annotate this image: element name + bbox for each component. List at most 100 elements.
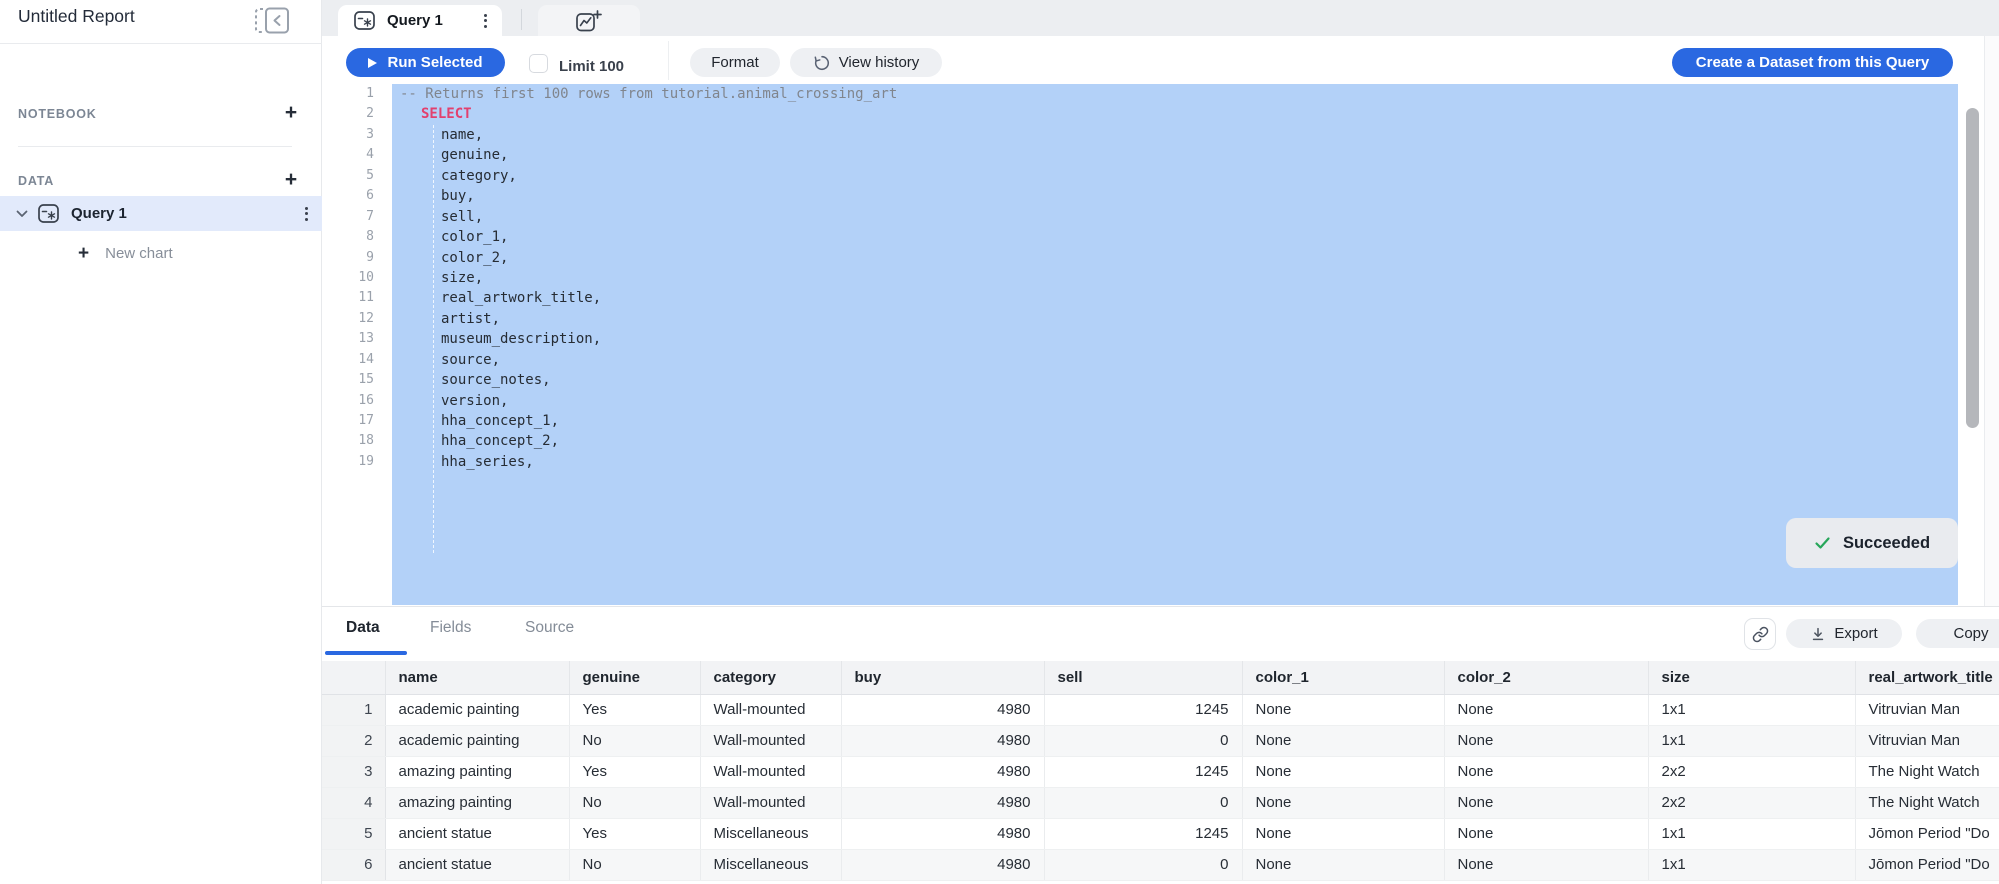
cell-real_artwork_title[interactable]: The Night Watch	[1855, 756, 1999, 787]
limit-100-checkbox[interactable]	[529, 54, 548, 73]
code-line[interactable]: 10size,	[322, 268, 1984, 288]
cell-name[interactable]: academic painting	[385, 725, 569, 756]
collapse-sidebar-button[interactable]	[254, 6, 294, 35]
column-header-sell[interactable]: sell	[1044, 661, 1242, 694]
code-line[interactable]: 19hha_series,	[322, 452, 1984, 472]
table-row[interactable]: 2academic paintingNoWall-mounted49800Non…	[322, 725, 1999, 756]
cell-category[interactable]: Wall-mounted	[700, 756, 841, 787]
view-history-button[interactable]: View history	[790, 48, 942, 77]
cell-name[interactable]: amazing painting	[385, 787, 569, 818]
column-header-size[interactable]: size	[1648, 661, 1855, 694]
code-line[interactable]: 2SELECT	[322, 104, 1984, 124]
cell-real_artwork_title[interactable]: Jōmon Period "Do	[1855, 818, 1999, 849]
chevron-down-icon[interactable]	[16, 210, 28, 218]
cell-color_1[interactable]: None	[1242, 787, 1444, 818]
cell-category[interactable]: Wall-mounted	[700, 694, 841, 725]
cell-sell[interactable]: 0	[1044, 849, 1242, 880]
cell-real_artwork_title[interactable]: Vitruvian Man	[1855, 694, 1999, 725]
cell-sell[interactable]: 0	[1044, 725, 1242, 756]
format-button[interactable]: Format	[690, 48, 780, 77]
cell-buy[interactable]: 4980	[841, 818, 1044, 849]
tab-data[interactable]: Data	[346, 619, 380, 637]
cell-category[interactable]: Miscellaneous	[700, 818, 841, 849]
code-line[interactable]: 1-- Returns first 100 rows from tutorial…	[322, 84, 1984, 104]
run-selected-button[interactable]: Run Selected	[346, 48, 505, 77]
cell-size[interactable]: 1x1	[1648, 694, 1855, 725]
create-dataset-button[interactable]: Create a Dataset from this Query	[1672, 48, 1953, 77]
cell-genuine[interactable]: No	[569, 787, 700, 818]
cell-size[interactable]: 1x1	[1648, 849, 1855, 880]
report-title[interactable]: Untitled Report	[18, 6, 135, 27]
cell-genuine[interactable]: Yes	[569, 694, 700, 725]
tab-source[interactable]: Source	[525, 619, 574, 637]
cell-name[interactable]: ancient statue	[385, 849, 569, 880]
cell-sell[interactable]: 0	[1044, 787, 1242, 818]
cell-size[interactable]: 2x2	[1648, 756, 1855, 787]
cell-genuine[interactable]: No	[569, 849, 700, 880]
code-line[interactable]: 4genuine,	[322, 145, 1984, 165]
code-line[interactable]: 5category,	[322, 166, 1984, 186]
cell-real_artwork_title[interactable]: Jōmon Period "Do	[1855, 849, 1999, 880]
copy-button[interactable]: Copy	[1916, 619, 1999, 648]
cell-buy[interactable]: 4980	[841, 725, 1044, 756]
code-line[interactable]: 17hha_concept_1,	[322, 411, 1984, 431]
cell-buy[interactable]: 4980	[841, 787, 1044, 818]
cell-genuine[interactable]: No	[569, 725, 700, 756]
cell-real_artwork_title[interactable]: The Night Watch	[1855, 787, 1999, 818]
sql-editor[interactable]: 1-- Returns first 100 rows from tutorial…	[322, 80, 1984, 606]
cell-size[interactable]: 1x1	[1648, 818, 1855, 849]
code-line[interactable]: 9color_2,	[322, 248, 1984, 268]
code-line[interactable]: 11real_artwork_title,	[322, 288, 1984, 308]
cell-color_2[interactable]: None	[1444, 818, 1648, 849]
query-options-kebab-icon[interactable]	[305, 207, 308, 221]
table-row[interactable]: 3amazing paintingYesWall-mounted49801245…	[322, 756, 1999, 787]
cell-color_2[interactable]: None	[1444, 725, 1648, 756]
cell-color_1[interactable]: None	[1242, 818, 1444, 849]
scrollbar-thumb[interactable]	[1966, 108, 1979, 428]
cell-color_1[interactable]: None	[1242, 756, 1444, 787]
cell-color_2[interactable]: None	[1444, 694, 1648, 725]
cell-size[interactable]: 2x2	[1648, 787, 1855, 818]
cell-sell[interactable]: 1245	[1044, 694, 1242, 725]
cell-size[interactable]: 1x1	[1648, 725, 1855, 756]
table-row[interactable]: 5ancient statueYesMiscellaneous49801245N…	[322, 818, 1999, 849]
cell-name[interactable]: academic painting	[385, 694, 569, 725]
cell-category[interactable]: Wall-mounted	[700, 725, 841, 756]
code-line[interactable]: 6buy,	[322, 186, 1984, 206]
cell-category[interactable]: Miscellaneous	[700, 849, 841, 880]
code-line[interactable]: 13museum_description,	[322, 329, 1984, 349]
cell-buy[interactable]: 4980	[841, 694, 1044, 725]
add-data-cell-button[interactable]: +	[281, 169, 301, 190]
tab-options-kebab-icon[interactable]	[484, 14, 487, 28]
column-header-buy[interactable]: buy	[841, 661, 1044, 694]
column-header-genuine[interactable]: genuine	[569, 661, 700, 694]
cell-color_2[interactable]: None	[1444, 787, 1648, 818]
code-line[interactable]: 14source,	[322, 350, 1984, 370]
cell-real_artwork_title[interactable]: Vitruvian Man	[1855, 725, 1999, 756]
tab-query-1[interactable]: Query 1	[338, 5, 502, 36]
tab-fields[interactable]: Fields	[430, 619, 471, 637]
code-line[interactable]: 7sell,	[322, 207, 1984, 227]
column-header-real_artwork_title[interactable]: real_artwork_title	[1855, 661, 1999, 694]
cell-sell[interactable]: 1245	[1044, 756, 1242, 787]
code-line[interactable]: 12artist,	[322, 309, 1984, 329]
share-link-button[interactable]	[1744, 618, 1776, 650]
cell-genuine[interactable]: Yes	[569, 818, 700, 849]
table-row[interactable]: 1academic paintingYesWall-mounted4980124…	[322, 694, 1999, 725]
cell-category[interactable]: Wall-mounted	[700, 787, 841, 818]
editor-scrollbar[interactable]	[1960, 80, 1984, 606]
cell-name[interactable]: amazing painting	[385, 756, 569, 787]
cell-buy[interactable]: 4980	[841, 756, 1044, 787]
cell-color_2[interactable]: None	[1444, 756, 1648, 787]
export-button[interactable]: Export	[1786, 619, 1902, 648]
column-header-color_2[interactable]: color_2	[1444, 661, 1648, 694]
sidebar-item-query-1[interactable]: Query 1	[0, 196, 322, 231]
cell-genuine[interactable]: Yes	[569, 756, 700, 787]
cell-name[interactable]: ancient statue	[385, 818, 569, 849]
column-header-name[interactable]: name	[385, 661, 569, 694]
add-chart-tab-button[interactable]	[538, 5, 640, 36]
cell-color_1[interactable]: None	[1242, 694, 1444, 725]
table-row[interactable]: 6ancient statueNoMiscellaneous49800NoneN…	[322, 849, 1999, 880]
code-line[interactable]: 16version,	[322, 391, 1984, 411]
table-row[interactable]: 4amazing paintingNoWall-mounted49800None…	[322, 787, 1999, 818]
